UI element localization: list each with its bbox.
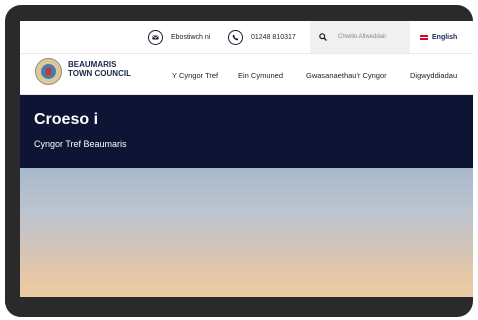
brand-name[interactable]: BEAUMARIS TOWN COUNCIL [68, 60, 131, 78]
hero-banner: Croeso i Cyngor Tref Beaumaris [20, 95, 473, 168]
nav-link-digwyddiadau[interactable]: Digwyddiadau [410, 71, 457, 80]
brand-line-1: BEAUMARIS [68, 60, 117, 69]
email-label: Ebostiwch ni [171, 33, 211, 41]
main-navigation: BEAUMARIS TOWN COUNCIL Y Cyngor Tref Ein… [20, 54, 473, 95]
phone-icon [228, 29, 243, 45]
laptop-frame: Ebostiwch ni 01248 810317 Chwilio Allwed… [5, 5, 473, 317]
hero-sky-image [20, 168, 473, 317]
laptop-bezel [5, 297, 473, 317]
nav-link-cyngor-tref[interactable]: Y Cyngor Tref [172, 71, 218, 80]
envelope-icon [148, 29, 163, 45]
nav-link-gwasanaethau[interactable]: Gwasanaethau'r Cyngor [306, 71, 387, 80]
utility-bar: Ebostiwch ni 01248 810317 Chwilio Allwed… [20, 21, 473, 54]
phone-number: 01248 810317 [251, 33, 296, 41]
language-switcher[interactable]: English [420, 21, 457, 53]
nav-link-ein-cymuned[interactable]: Ein Cymuned [238, 71, 283, 80]
browser-screen: Ebostiwch ni 01248 810317 Chwilio Allwed… [20, 21, 473, 317]
search-icon[interactable] [319, 33, 327, 41]
brand-line-2: TOWN COUNCIL [68, 69, 131, 78]
phone-link[interactable]: 01248 810317 [228, 21, 296, 53]
language-label: English [432, 33, 458, 41]
email-link[interactable]: Ebostiwch ni [148, 21, 210, 53]
hero-subtitle: Cyngor Tref Beaumaris [34, 139, 127, 149]
search-field[interactable]: Chwilio Allweddair [310, 21, 410, 53]
search-input[interactable]: Chwilio Allweddair [338, 34, 386, 40]
hero-title: Croeso i [34, 111, 99, 128]
council-crest-logo[interactable] [35, 58, 62, 85]
flag-icon [420, 34, 428, 40]
